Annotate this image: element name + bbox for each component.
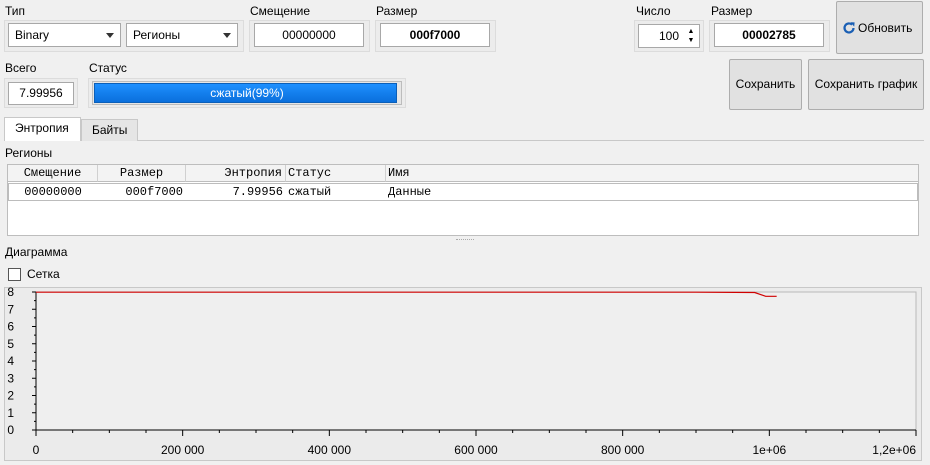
y-tick-label: 0: [7, 423, 14, 437]
x-tick-label: 600 000: [454, 443, 498, 457]
y-tick-label: 4: [7, 354, 14, 368]
x-tick-label: 200 000: [161, 443, 205, 457]
y-tick-label: 2: [7, 389, 14, 403]
plot-background: [35, 291, 917, 431]
y-tick-label: 6: [7, 320, 14, 334]
y-tick-label: 5: [7, 337, 14, 351]
x-tick-label: 400 000: [308, 443, 352, 457]
y-tick-label: 3: [7, 371, 14, 385]
y-tick-label: 7: [7, 302, 14, 316]
x-tick-label: 1,2e+06: [872, 443, 916, 457]
x-tick-label: 1e+06: [752, 443, 786, 457]
y-tick-label: 1: [7, 406, 14, 420]
entropy-chart: 0 1 2 3 4 5 6 7 8 0 200 000 400 000 600 000 800 000 1e…: [7, 285, 917, 457]
x-tick-label: 0: [33, 443, 40, 457]
x-tick-label: 800 000: [601, 443, 645, 457]
y-tick-label: 8: [7, 285, 14, 299]
